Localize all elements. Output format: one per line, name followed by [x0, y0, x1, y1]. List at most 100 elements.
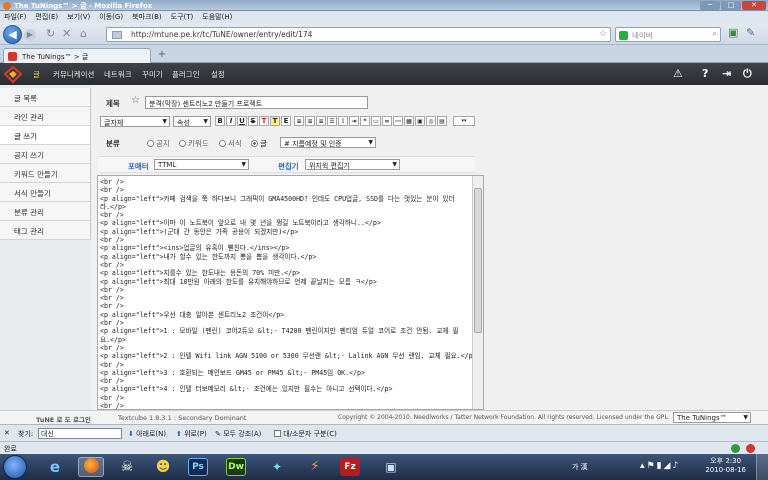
internet-explorer-icon[interactable]: e — [42, 457, 68, 477]
menu-network[interactable]: 네트워크 — [104, 69, 132, 80]
title-input[interactable]: 분격(막장) 센트리노2 만들기 프로젝트 — [145, 96, 368, 109]
quote-icon[interactable]: ❝ — [360, 116, 370, 126]
ime-indicator[interactable]: 가 漢 — [572, 462, 588, 472]
editor-scroll-thumb[interactable] — [474, 188, 482, 333]
menu-edit[interactable]: 편집(E) — [35, 12, 58, 22]
align-left-icon[interactable]: ≡ — [294, 116, 304, 126]
app-window-icon[interactable]: ▣ — [378, 457, 404, 477]
editor-scrollbar[interactable] — [472, 176, 483, 409]
more-icon[interactable]: ⋯ — [393, 116, 403, 126]
find-prev-button[interactable]: ⬆ 위로(P) — [176, 429, 207, 439]
underline-button[interactable]: U — [237, 116, 247, 126]
tray-icons[interactable]: ▴⚑▮◢♪ — [640, 461, 680, 471]
app-feather-icon[interactable]: ✦ — [264, 457, 290, 477]
more-tools-button[interactable]: ▾▾ — [453, 116, 475, 126]
media-icon[interactable]: ◎ — [426, 116, 436, 126]
reload-icon[interactable]: ↻ — [46, 28, 55, 40]
category-notice-radio[interactable]: 공지 — [147, 138, 170, 149]
category-template-radio[interactable]: 서식 — [219, 138, 242, 149]
box-icon[interactable]: ▭ — [371, 116, 381, 126]
new-tab-button[interactable]: + — [155, 49, 169, 62]
sidebar-item[interactable]: 라인 관리 — [0, 107, 90, 126]
category-post-radio[interactable]: 글 — [251, 138, 267, 149]
minimize-button[interactable]: ─ — [700, 1, 720, 10]
maximize-button[interactable]: □ — [721, 1, 741, 10]
list-icon[interactable]: ☰ — [327, 116, 337, 126]
filezilla-icon[interactable]: Fz — [340, 458, 360, 476]
sidebar-item[interactable]: 태그 관리 — [0, 221, 90, 240]
sidebar-item[interactable]: 공지 쓰기 — [0, 145, 90, 164]
emphasis-button[interactable]: E — [281, 116, 291, 126]
html-source-textarea[interactable]: <br /> <br /> <p align="left">카페 검색을 쭉 하다보… — [97, 175, 484, 410]
menu-view[interactable]: 보기(V) — [67, 12, 90, 22]
addon-icon[interactable]: ▣ — [728, 27, 738, 39]
menu-help[interactable]: 도움말(H) — [202, 12, 232, 22]
home-icon[interactable]: ⌂ — [80, 28, 87, 40]
firefox-taskbar-icon[interactable] — [78, 457, 104, 477]
app-bolt-icon[interactable]: ⚡ — [302, 457, 328, 477]
footer-login[interactable]: TuNE 로 도 로그인 — [36, 414, 91, 424]
skull-app-icon[interactable]: ☠ — [114, 457, 140, 477]
sidebar-item[interactable]: 서식 만들기 — [0, 183, 90, 202]
menu-settings[interactable]: 설정 — [211, 69, 225, 80]
warning-icon[interactable]: ⚠ — [673, 67, 683, 80]
kakao-app-icon[interactable]: ☻ — [150, 457, 176, 477]
find-input[interactable]: 대신 — [38, 428, 122, 439]
bookmark-star-icon[interactable]: ☆ — [599, 29, 607, 39]
find-next-button[interactable]: ⬇ 아래로(N) — [128, 429, 166, 439]
menu-go[interactable]: 이동(G) — [99, 12, 123, 22]
menu-bookmarks[interactable]: 북마크(B) — [132, 12, 162, 22]
favorite-star-icon[interactable]: ☆ — [131, 95, 140, 106]
align-center-icon[interactable]: ≡ — [305, 116, 315, 126]
numbered-list-icon[interactable]: ⋮ — [338, 116, 348, 126]
editor-select[interactable]: 위지윅 편집기 ▼ — [305, 159, 400, 170]
sidebar-item[interactable]: 글 목록 — [0, 88, 90, 107]
text-color-button[interactable]: T — [259, 116, 269, 126]
photoshop-icon[interactable]: Ps — [188, 458, 208, 476]
clock[interactable]: 오후 2:30 2010-08-16 — [705, 457, 746, 475]
search-icon[interactable]: ⌕ — [712, 29, 717, 39]
status-addon-icon[interactable] — [746, 444, 755, 453]
sidebar-item[interactable]: 글 쓰기 — [0, 126, 90, 145]
forward-button[interactable]: ▶ — [24, 29, 36, 41]
html-icon[interactable]: ▤ — [437, 116, 447, 126]
bold-button[interactable]: B — [215, 116, 225, 126]
stop-icon[interactable]: ✕ — [62, 28, 71, 40]
menu-plugin[interactable]: 플러그인 — [172, 69, 200, 80]
category-keyword-radio[interactable]: 키워드 — [179, 138, 209, 149]
show-desktop-button[interactable] — [756, 454, 768, 480]
indent-icon[interactable]: ⇥ — [349, 116, 359, 126]
help-icon[interactable]: ? — [702, 67, 708, 80]
menu-decorate[interactable]: 꾸미기 — [142, 69, 163, 80]
addon-pen-icon[interactable]: ✎ — [746, 27, 755, 39]
highlight-button[interactable]: T — [270, 116, 280, 126]
italic-button[interactable]: I — [226, 116, 236, 126]
textcube-logo-icon[interactable] — [4, 66, 22, 83]
search-box[interactable]: 네이버 ⌕ — [615, 27, 721, 42]
font-size-select[interactable]: 속성 ▼ — [173, 116, 211, 127]
find-close-icon[interactable]: ✕ — [4, 429, 10, 437]
start-button[interactable] — [3, 455, 27, 479]
category-select[interactable]: # 지름예정 및 인증 ▼ — [280, 137, 376, 148]
menu-communication[interactable]: 커뮤니케이션 — [53, 69, 94, 80]
font-family-select[interactable]: 글자체 ▼ — [100, 116, 170, 127]
tab-active[interactable]: The TuNings™ > 글 — [3, 48, 151, 63]
blog-select[interactable]: The TuNings™ ▼ — [673, 412, 751, 423]
close-button[interactable]: ✕ — [742, 1, 766, 10]
match-case-checkbox[interactable]: 대/소문자 구분(C) — [274, 429, 337, 439]
back-button[interactable]: ◀ — [3, 25, 22, 44]
exit-icon[interactable]: ⇥ — [722, 67, 731, 80]
highlight-all-button[interactable]: ✎ 모두 강조(A) — [215, 429, 261, 439]
url-bar[interactable]: http://mtune.pe.kr/tc/TuNE/owner/entry/e… — [106, 27, 611, 42]
link-icon[interactable]: ∞ — [382, 116, 392, 126]
sidebar-item[interactable]: 분류 관리 — [0, 202, 90, 221]
power-icon[interactable]: ⏻ — [743, 67, 752, 81]
menu-tools[interactable]: 도구(T) — [171, 12, 194, 22]
sidebar-item[interactable]: 키워드 만들기 — [0, 164, 90, 183]
align-right-icon[interactable]: ≡ — [316, 116, 326, 126]
menu-post[interactable]: 글 — [33, 69, 40, 80]
strike-button[interactable]: S — [248, 116, 258, 126]
menu-file[interactable]: 파일(F) — [4, 12, 26, 22]
formatter-select[interactable]: TTML ▼ — [154, 159, 249, 170]
status-ok-icon[interactable] — [731, 444, 740, 453]
